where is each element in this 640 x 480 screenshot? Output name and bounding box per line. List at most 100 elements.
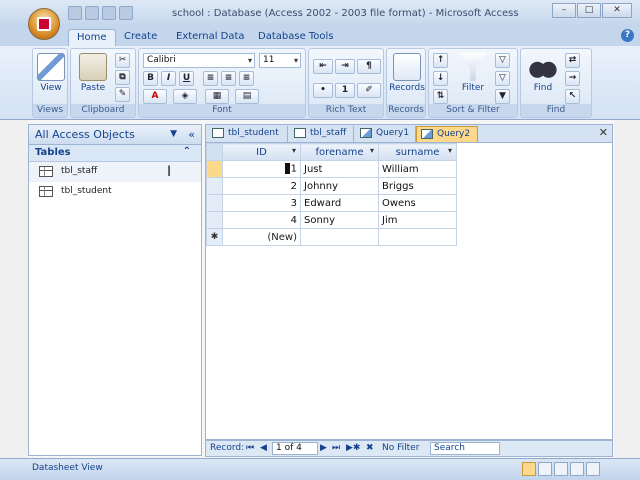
cell-id-new[interactable]: (New) [222, 228, 301, 246]
new-record-button[interactable]: ▶✱ [346, 443, 360, 453]
cell-id[interactable]: 1 [222, 160, 301, 178]
cell-id[interactable]: 3 [222, 194, 301, 212]
sort-descending-icon[interactable]: ↓ [433, 71, 448, 86]
next-record-icon[interactable]: ▶ [320, 443, 327, 453]
table-row[interactable]: 2 Johnny Briggs [206, 177, 457, 195]
numbering-icon[interactable]: 1 [335, 83, 355, 98]
doc-tab-query2[interactable]: Query2 [416, 126, 478, 142]
table-row[interactable]: 1 Just William [206, 160, 457, 178]
maximize-button[interactable]: □ [577, 3, 601, 18]
goto-icon[interactable]: → [565, 71, 580, 86]
cell-id[interactable]: 2 [222, 177, 301, 195]
row-selector[interactable] [206, 177, 223, 195]
cell-surname[interactable]: Jim [378, 211, 457, 229]
view-button[interactable]: View [31, 53, 71, 93]
table-row[interactable]: 3 Edward Owens [206, 194, 457, 212]
doc-tab-query1[interactable]: Query1 [356, 126, 416, 142]
italic-button[interactable]: I [161, 71, 176, 86]
chevron-down-icon[interactable]: ▼ [170, 129, 177, 139]
font-name-combo[interactable]: Calibri [143, 53, 255, 68]
chevron-down-icon[interactable]: ▾ [292, 146, 296, 155]
search-input[interactable]: Search [430, 442, 500, 455]
underline-button[interactable]: U [179, 71, 194, 86]
tab-external-data[interactable]: External Data [168, 29, 253, 46]
pivottable-view-icon[interactable] [538, 462, 552, 476]
help-icon[interactable]: ? [621, 29, 634, 42]
select-icon[interactable]: ↖ [565, 89, 580, 104]
cell-forename[interactable]: Just [300, 160, 379, 178]
row-selector[interactable] [206, 211, 223, 229]
new-record-row[interactable]: ✱ (New) [206, 228, 457, 246]
nav-item-tbl-student[interactable]: tbl_student [29, 182, 201, 202]
office-button[interactable] [28, 8, 60, 40]
fill-color-icon[interactable]: ◈ [173, 89, 197, 104]
align-left-icon[interactable]: ≡ [203, 71, 218, 86]
row-selector[interactable] [206, 194, 223, 212]
bullets-icon[interactable]: • [313, 83, 333, 98]
records-button[interactable]: Records [387, 53, 427, 93]
tab-home[interactable]: Home [68, 29, 116, 46]
highlight-icon[interactable]: ✐ [357, 83, 381, 98]
column-header-surname[interactable]: surname ▾ [378, 143, 457, 161]
chevron-down-icon[interactable]: ▾ [370, 146, 374, 155]
cell-forename-new[interactable] [300, 228, 379, 246]
decrease-indent-icon[interactable]: ⇤ [313, 59, 333, 74]
column-header-forename[interactable]: forename ▾ [300, 143, 379, 161]
collapse-icon[interactable]: ⌃ [183, 146, 191, 157]
design-view-icon[interactable] [586, 462, 600, 476]
font-color-icon[interactable]: A [143, 89, 167, 104]
undo-icon[interactable] [85, 6, 99, 20]
cell-surname[interactable]: Owens [378, 194, 457, 212]
tab-create[interactable]: Create [116, 29, 165, 46]
format-painter-icon[interactable]: ✎ [115, 87, 130, 102]
text-direction-icon[interactable]: ¶ [357, 59, 381, 74]
toggle-filter-icon[interactable]: ▼ [495, 89, 510, 104]
bold-button[interactable]: B [143, 71, 158, 86]
cell-surname[interactable]: Briggs [378, 177, 457, 195]
find-button[interactable]: Find [523, 53, 563, 93]
advanced-filter-icon[interactable]: ▽ [495, 71, 510, 86]
alternate-fill-icon[interactable]: ▤ [235, 89, 259, 104]
gridlines-icon[interactable]: ▦ [205, 89, 229, 104]
font-size-combo[interactable]: 11 [259, 53, 301, 68]
filter-status-button[interactable]: No Filter [382, 443, 419, 453]
chevron-down-icon[interactable]: ▾ [448, 146, 452, 155]
select-all-corner[interactable] [206, 143, 223, 161]
align-right-icon[interactable]: ≡ [239, 71, 254, 86]
nav-item-tbl-staff[interactable]: tbl_staff [29, 162, 201, 182]
cut-icon[interactable]: ✂ [115, 53, 130, 68]
paste-button[interactable]: Paste [73, 53, 113, 93]
current-record-input[interactable]: 1 of 4 [272, 442, 318, 455]
previous-record-icon[interactable]: ◀ [260, 443, 267, 453]
datasheet-view-icon[interactable] [522, 462, 536, 476]
column-header-id[interactable]: ID ▾ [222, 143, 301, 161]
row-selector[interactable] [206, 160, 223, 178]
filter-button[interactable]: Filter [453, 53, 493, 93]
shutter-bar-icon[interactable]: « [188, 128, 195, 141]
sql-view-icon[interactable] [570, 462, 584, 476]
cell-forename[interactable]: Johnny [300, 177, 379, 195]
doc-tab-tbl-staff[interactable]: tbl_staff [290, 126, 354, 142]
replace-icon[interactable]: ⇄ [565, 53, 580, 68]
tab-database-tools[interactable]: Database Tools [250, 29, 342, 46]
cell-id[interactable]: 4 [222, 211, 301, 229]
redo-icon[interactable] [102, 6, 116, 20]
sort-ascending-icon[interactable]: ↑ [433, 53, 448, 68]
cell-surname[interactable]: William [378, 160, 457, 178]
copy-icon[interactable]: ⧉ [115, 70, 130, 85]
cell-forename[interactable]: Edward [300, 194, 379, 212]
customize-qat-icon[interactable] [119, 6, 133, 20]
doc-tab-tbl-student[interactable]: tbl_student [208, 126, 288, 142]
cell-surname-new[interactable] [378, 228, 457, 246]
clear-sort-icon[interactable]: ⇅ [433, 89, 448, 104]
first-record-icon[interactable]: ⏮ [246, 443, 254, 453]
minimize-button[interactable]: – [552, 3, 576, 18]
close-button[interactable]: ✕ [602, 3, 632, 18]
save-icon[interactable] [68, 6, 82, 20]
table-row[interactable]: 4 Sonny Jim [206, 211, 457, 229]
close-document-icon[interactable]: ✕ [599, 126, 608, 139]
increase-indent-icon[interactable]: ⇥ [335, 59, 355, 74]
last-record-icon[interactable]: ⏭ [332, 443, 340, 453]
align-center-icon[interactable]: ≡ [221, 71, 236, 86]
nav-group-tables[interactable]: Tables ⌃ [29, 145, 201, 162]
